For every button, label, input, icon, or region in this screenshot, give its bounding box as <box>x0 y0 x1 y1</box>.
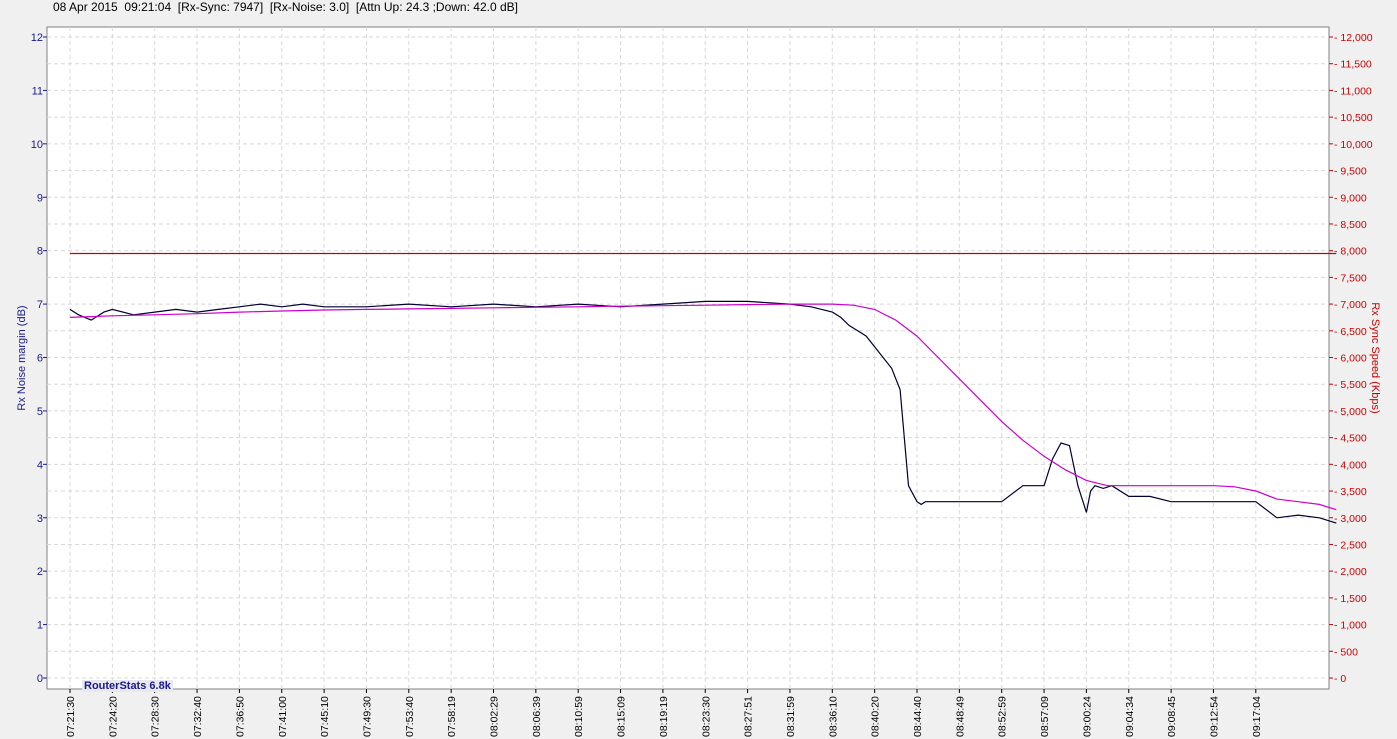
right-tick-label: - 9,000 <box>1334 192 1367 204</box>
right-axis-title: Rx Sync Speed (Kbps) <box>1369 302 1381 413</box>
right-tick-label: - 2,500 <box>1334 539 1367 551</box>
right-tick-label: - 4,500 <box>1334 433 1367 445</box>
x-tick-label: 08:44:40 <box>912 696 924 737</box>
x-tick-label: 08:02:29 <box>489 696 501 737</box>
x-tick-label: 07:53:40 <box>404 696 416 737</box>
x-tick-label: 07:21:30 <box>65 696 77 737</box>
right-tick-label: - 8,500 <box>1334 219 1367 231</box>
x-tick-label: 07:24:20 <box>107 696 119 737</box>
x-tick-label: 07:36:50 <box>234 696 246 737</box>
left-tick-label: 9 <box>37 192 43 204</box>
left-tick-label: 11 <box>32 85 43 97</box>
x-tick-label: 08:48:49 <box>954 696 966 737</box>
x-tick-label: 09:00:24 <box>1081 696 1093 737</box>
x-tick-label: 07:32:40 <box>192 696 204 737</box>
x-tick-label: 08:52:59 <box>997 696 1009 737</box>
x-tick-label: 09:17:04 <box>1251 696 1263 737</box>
right-tick-label: - 10,500 <box>1334 112 1373 124</box>
left-tick-label: 2 <box>37 566 43 578</box>
x-tick-label: 09:12:54 <box>1208 696 1220 737</box>
x-tick-label: 07:49:30 <box>361 696 373 737</box>
x-tick-label: 08:19:19 <box>658 696 670 737</box>
right-tick-label: - 7,000 <box>1334 299 1367 311</box>
noise-sync-chart: 0123456789101112 - 0- 500- 1,000- 1,500-… <box>16 26 1381 737</box>
x-tick-label: 09:04:34 <box>1124 696 1136 737</box>
left-tick-label: 6 <box>37 353 43 365</box>
right-tick-label: - 500 <box>1334 646 1358 658</box>
left-tick-label: 12 <box>31 32 43 44</box>
left-tick-label: 1 <box>37 620 43 632</box>
right-tick-label: - 0 <box>1334 673 1346 685</box>
left-tick-label: 8 <box>37 246 43 258</box>
x-tick-label: 08:15:09 <box>616 696 628 737</box>
x-tick-label: 08:10:59 <box>573 696 585 737</box>
left-tick-label: 10 <box>31 139 43 151</box>
x-tick-label: 08:57:09 <box>1039 696 1051 737</box>
x-tick-label: 08:40:20 <box>870 696 882 737</box>
right-tick-label: - 12,000 <box>1334 32 1373 44</box>
left-axis-title: Rx Noise margin (dB) <box>16 305 28 410</box>
x-tick-label: 07:28:30 <box>150 696 162 737</box>
x-tick-label: 08:27:51 <box>743 696 755 737</box>
right-tick-label: - 8,000 <box>1334 246 1367 258</box>
right-axis-ticks: - 0 - 500 - 1,000 - 1,500 - 2,000 - 2,500 - 3,… <box>1329 32 1373 685</box>
left-tick-label: 4 <box>37 459 43 471</box>
right-tick-label: - 7,500 <box>1334 272 1367 284</box>
right-tick-label: - 11,500 <box>1334 59 1372 71</box>
left-axis-ticks: 0123456789101112 <box>31 32 47 685</box>
x-tick-label: 08:31:59 <box>785 696 797 737</box>
x-tick-label: 09:08:45 <box>1166 696 1178 737</box>
right-tick-label: - 1,500 <box>1334 593 1367 605</box>
routerstats-watermark: RouterStats 6.8k <box>82 680 173 692</box>
left-tick-label: 3 <box>37 513 43 525</box>
x-tick-label: 07:41:00 <box>277 696 289 737</box>
right-tick-label: - 10,000 <box>1334 139 1373 151</box>
x-tick-label: 08:06:39 <box>531 696 543 737</box>
right-tick-label: - 1,000 <box>1334 620 1367 632</box>
left-tick-label: 0 <box>37 673 43 685</box>
right-tick-label: - 3,500 <box>1334 486 1367 498</box>
x-tick-label: 08:23:30 <box>700 696 712 737</box>
x-tick-label: 07:58:19 <box>446 696 458 737</box>
right-tick-label: - 5,500 <box>1334 379 1367 391</box>
right-tick-label: - 5,000 <box>1334 406 1367 418</box>
x-tick-label: 07:45:10 <box>319 696 331 737</box>
right-tick-label: - 3,000 <box>1334 513 1367 525</box>
right-tick-label: - 6,000 <box>1334 353 1367 365</box>
x-tick-label: 08:36:10 <box>827 696 839 737</box>
right-tick-label: - 6,500 <box>1334 326 1367 338</box>
right-tick-label: - 4,000 <box>1334 459 1367 471</box>
right-tick-label: - 2,000 <box>1334 566 1367 578</box>
left-tick-label: 5 <box>37 406 43 418</box>
right-tick-label: - 11,000 <box>1334 85 1372 97</box>
x-axis-ticks: 07:21:30 07:24:20 07:28:30 07:32:40 07:36:50… <box>65 689 1263 737</box>
right-tick-label: - 9,500 <box>1334 166 1367 178</box>
left-tick-label: 7 <box>37 299 43 311</box>
